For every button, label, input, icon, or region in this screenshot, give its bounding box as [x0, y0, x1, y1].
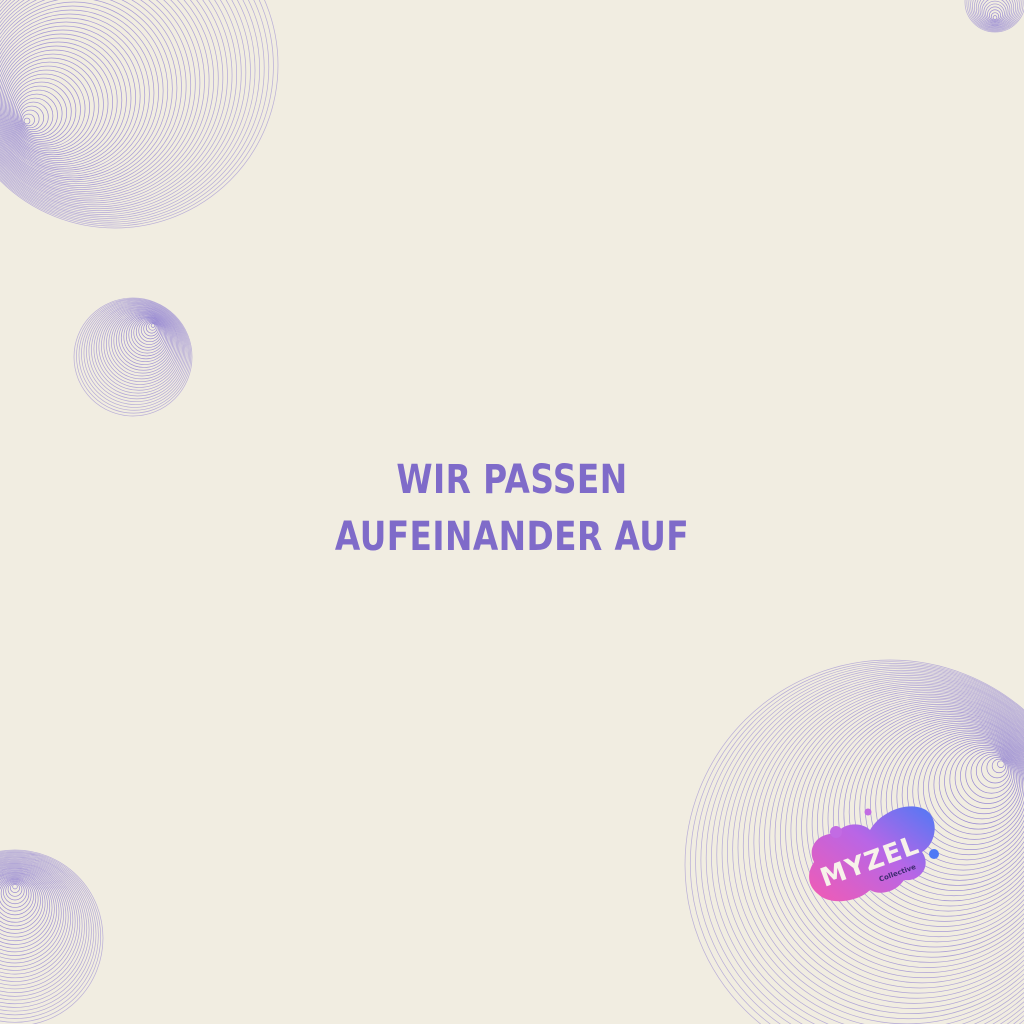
- sphere-ring: [19, 105, 45, 131]
- sphere-ring: [10, 77, 77, 144]
- headline-line-2: AUFEINANDER AUF: [334, 514, 690, 560]
- sphere-ring: [150, 323, 156, 328]
- myzel-collective-logo: MYZEL Collective: [800, 800, 945, 910]
- sphere-ring: [986, 757, 1008, 779]
- sphere-ring: [0, 45, 113, 159]
- sphere-ring: [944, 743, 1021, 820]
- sphere-ring: [7, 69, 86, 148]
- sphere-ring: [17, 97, 54, 134]
- headline-line-1: WIR PASSEN: [396, 457, 628, 503]
- headline: WIR PASSEN AUFEINANDER AUF: [92, 452, 932, 566]
- sphere-ring: [14, 89, 63, 138]
- sphere-ring: [138, 319, 162, 343]
- sphere-ring: [992, 15, 998, 20]
- striped-sphere-1: [0, 0, 279, 229]
- sphere-ring: [997, 760, 1005, 768]
- sphere-ring: [110, 310, 175, 374]
- sphere-ring: [954, 746, 1017, 809]
- striped-sphere-4: [0, 849, 104, 1024]
- logo-mark: MYZEL Collective: [809, 806, 939, 902]
- sphere-ring: [0, 17, 146, 173]
- sphere-ring: [20, 109, 40, 129]
- sphere-ring: [12, 883, 18, 890]
- sphere-ring: [23, 117, 31, 125]
- sphere-ring: [2, 53, 104, 156]
- sphere-ring: [0, 0, 279, 229]
- sphere-ring: [0, 0, 233, 210]
- sphere-ring: [8, 73, 81, 146]
- striped-sphere-2: [73, 297, 193, 417]
- striped-sphere-3: [964, 0, 1024, 33]
- sphere-ring: [0, 0, 201, 196]
- sphere-ring: [0, 29, 132, 167]
- sphere-ring: [0, 0, 173, 185]
- sphere-ring: [0, 0, 237, 211]
- sphere-ring: [0, 879, 30, 908]
- sphere-ring: [10, 882, 20, 893]
